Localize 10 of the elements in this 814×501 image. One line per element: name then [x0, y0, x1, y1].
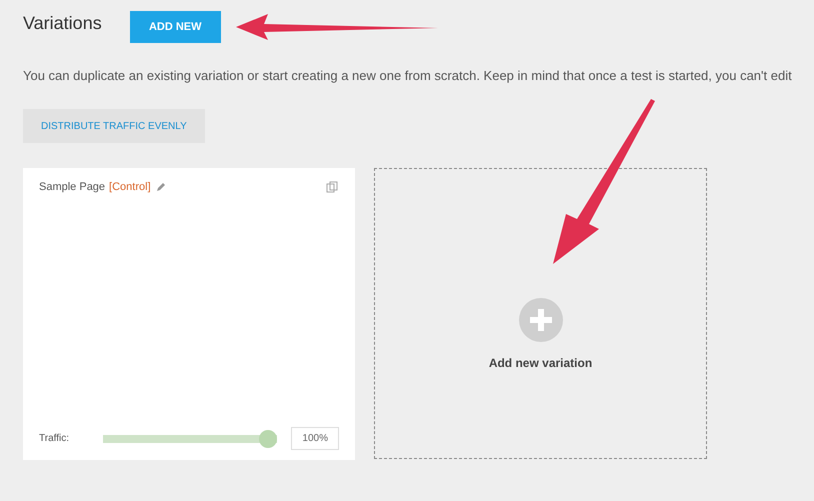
- traffic-label: Traffic:: [39, 433, 70, 444]
- traffic-value-field[interactable]: 100%: [291, 427, 339, 450]
- control-tag: [Control]: [109, 181, 151, 193]
- description-text: You can duplicate an existing variation or start creating a new one from scratch. Keep in mind that once a test is started, you can't edit: [23, 68, 793, 83]
- plus-circle-icon[interactable]: [518, 298, 562, 342]
- add-variation-label: Add new variation: [488, 356, 592, 370]
- pencil-icon[interactable]: [154, 181, 167, 193]
- section-title: Variations: [23, 12, 102, 34]
- variation-name: Sample Page: [39, 181, 106, 193]
- copy-icon[interactable]: [325, 180, 339, 194]
